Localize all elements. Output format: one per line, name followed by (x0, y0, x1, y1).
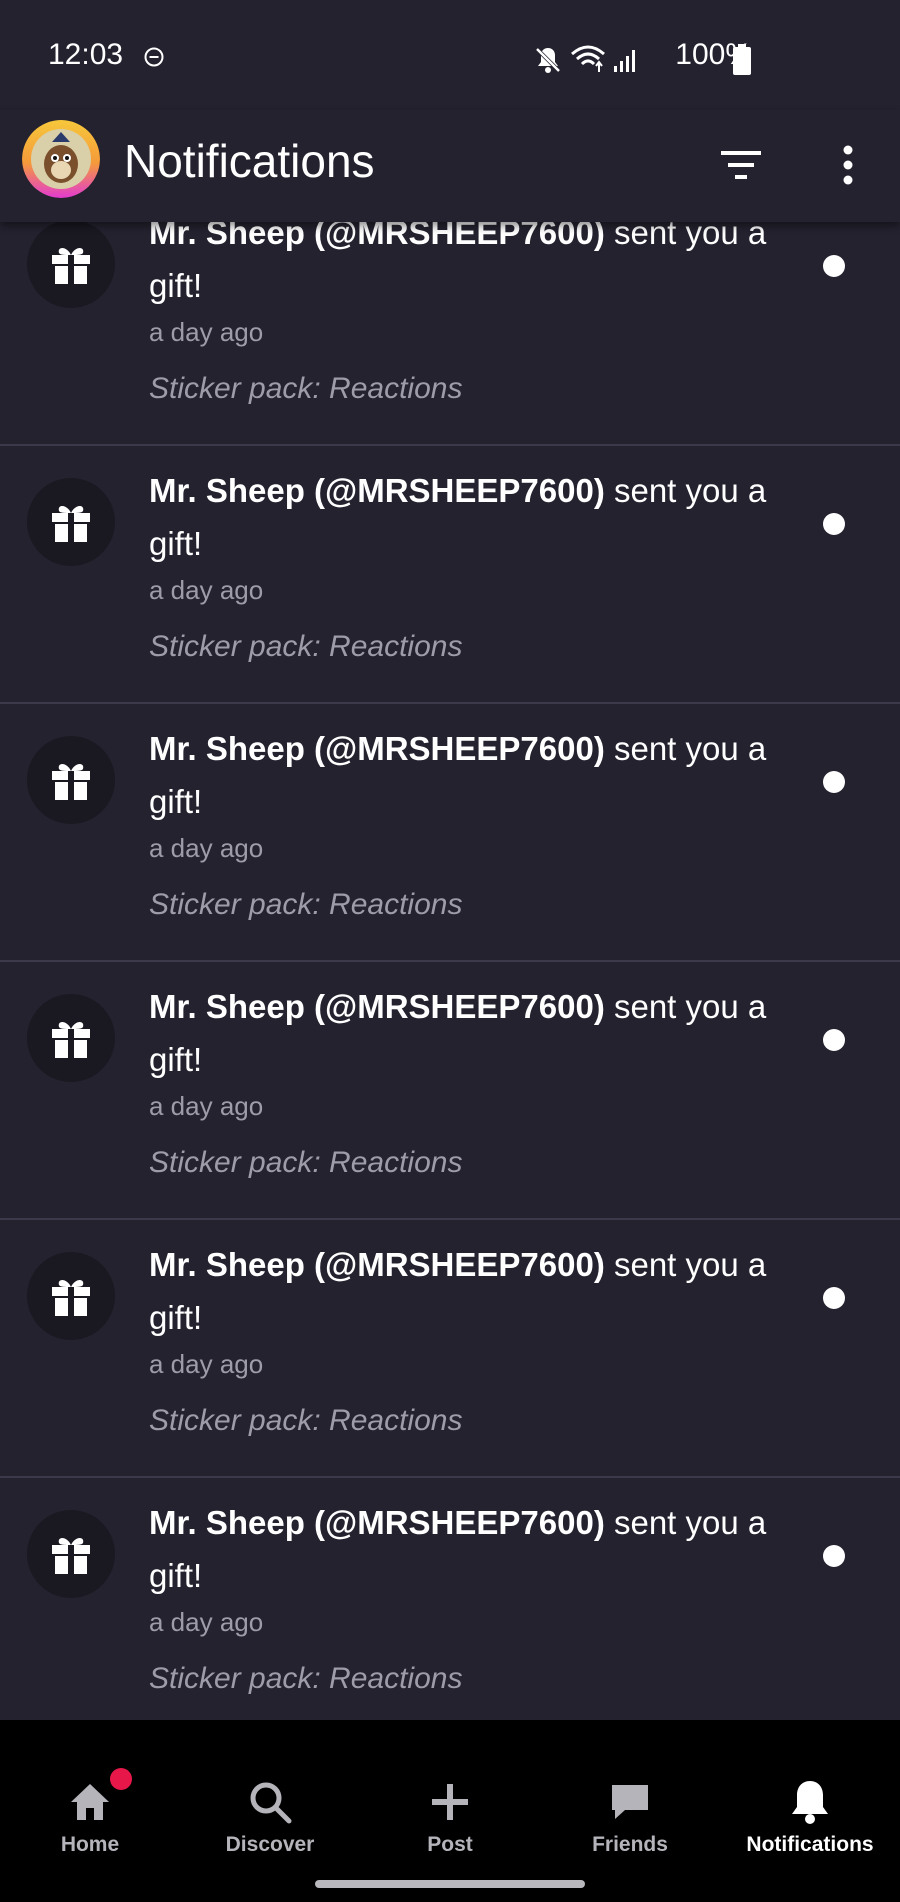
notification-time: a day ago (149, 317, 264, 347)
notification-time: a day ago (149, 575, 264, 605)
gift-icon-container (27, 1510, 115, 1598)
sender-name: Mr. Sheep (@MRSHEEP7600) (149, 472, 605, 509)
chat-icon (604, 1776, 656, 1828)
app-bar: Notifications (0, 110, 900, 222)
bottom-navigation: Home Discover Post Friends Notifications (0, 1720, 900, 1902)
nav-notifications[interactable]: Notifications (720, 1720, 900, 1870)
notification-detail: Sticker pack: Reactions (149, 1404, 463, 1437)
gift-icon-container (27, 736, 115, 824)
notification-item[interactable]: Mr. Sheep (@MRSHEEP7600) sent you a gift… (0, 446, 900, 704)
more-vertical-icon (843, 145, 853, 185)
nav-home[interactable]: Home (0, 1720, 180, 1870)
sender-name: Mr. Sheep (@MRSHEEP7600) (149, 1504, 605, 1541)
notification-item[interactable]: Mr. Sheep (@MRSHEEP7600) sent you a gift… (0, 1478, 900, 1720)
filter-icon (721, 151, 761, 179)
filter-button[interactable] (716, 140, 766, 190)
gift-icon (52, 505, 90, 542)
bell-icon (784, 1776, 836, 1828)
notification-item[interactable]: Mr. Sheep (@MRSHEEP7600) sent you a gift… (0, 1220, 900, 1478)
unread-indicator (823, 255, 845, 277)
notification-title: Mr. Sheep (@MRSHEEP7600) sent you a gift… (149, 722, 769, 828)
gift-icon-container (27, 994, 115, 1082)
nav-label-post: Post (427, 1833, 473, 1856)
notification-time: a day ago (149, 1349, 264, 1379)
unread-indicator (823, 1029, 845, 1051)
unread-indicator (823, 771, 845, 793)
avatar-image (22, 120, 100, 198)
gift-icon-container (27, 1252, 115, 1340)
gift-icon (52, 763, 90, 800)
home-indicator[interactable] (315, 1880, 585, 1888)
nav-post[interactable]: Post (360, 1720, 540, 1870)
plus-icon (424, 1776, 476, 1828)
notification-detail: Sticker pack: Reactions (149, 630, 463, 663)
notification-detail: Sticker pack: Reactions (149, 372, 463, 405)
notification-title: Mr. Sheep (@MRSHEEP7600) sent you a gift… (149, 980, 769, 1086)
nav-friends[interactable]: Friends (540, 1720, 720, 1870)
notification-badge (110, 1768, 132, 1790)
avatar[interactable] (22, 120, 100, 198)
notification-time: a day ago (149, 1607, 264, 1637)
sender-name: Mr. Sheep (@MRSHEEP7600) (149, 730, 605, 767)
nav-label-discover: Discover (225, 1833, 315, 1856)
notification-item[interactable]: Mr. Sheep (@MRSHEEP7600) sent you a gift… (0, 704, 900, 962)
gift-icon-container (27, 222, 115, 308)
sender-name: Mr. Sheep (@MRSHEEP7600) (149, 988, 605, 1025)
signal-icon (614, 50, 635, 72)
gift-icon-container (27, 478, 115, 566)
nav-label-friends: Friends (592, 1833, 668, 1856)
status-bar: 12:03 100% (0, 0, 900, 110)
notification-item[interactable]: Mr. Sheep (@MRSHEEP7600) sent you a gift… (0, 222, 900, 446)
nav-label-home: Home (60, 1833, 120, 1856)
battery-icon (733, 44, 751, 75)
mute-icon (535, 47, 561, 73)
more-options-button[interactable] (826, 140, 870, 190)
notification-item[interactable]: Mr. Sheep (@MRSHEEP7600) sent you a gift… (0, 962, 900, 1220)
sender-name: Mr. Sheep (@MRSHEEP7600) (149, 1246, 605, 1283)
unread-indicator (823, 1287, 845, 1309)
unread-indicator (823, 1545, 845, 1567)
nav-discover[interactable]: Discover (180, 1720, 360, 1870)
notification-detail: Sticker pack: Reactions (149, 1662, 463, 1695)
unread-indicator (823, 513, 845, 535)
nav-label-notifications: Notifications (746, 1833, 874, 1856)
gift-icon (52, 247, 90, 284)
notification-title: Mr. Sheep (@MRSHEEP7600) sent you a gift… (149, 1238, 769, 1344)
notification-title: Mr. Sheep (@MRSHEEP7600) sent you a gift… (149, 1496, 769, 1602)
notification-title: Mr. Sheep (@MRSHEEP7600) sent you a gift… (149, 464, 769, 570)
page-title: Notifications (124, 135, 375, 187)
notification-list[interactable]: Mr. Sheep (@MRSHEEP7600) sent you a gift… (0, 222, 900, 1720)
gift-icon (52, 1279, 90, 1316)
home-icon (64, 1776, 116, 1828)
notification-time: a day ago (149, 1091, 264, 1121)
notification-detail: Sticker pack: Reactions (149, 1146, 463, 1179)
sender-name: Mr. Sheep (@MRSHEEP7600) (149, 222, 605, 251)
notification-detail: Sticker pack: Reactions (149, 888, 463, 921)
gift-icon (52, 1021, 90, 1058)
wifi-icon (571, 45, 605, 72)
status-time: 12:03 (48, 38, 124, 71)
search-icon (244, 1776, 296, 1828)
do-not-disturb-icon (144, 47, 164, 67)
notification-title: Mr. Sheep (@MRSHEEP7600) sent you a gift… (149, 222, 769, 312)
gift-icon (52, 1537, 90, 1574)
notification-time: a day ago (149, 833, 264, 863)
